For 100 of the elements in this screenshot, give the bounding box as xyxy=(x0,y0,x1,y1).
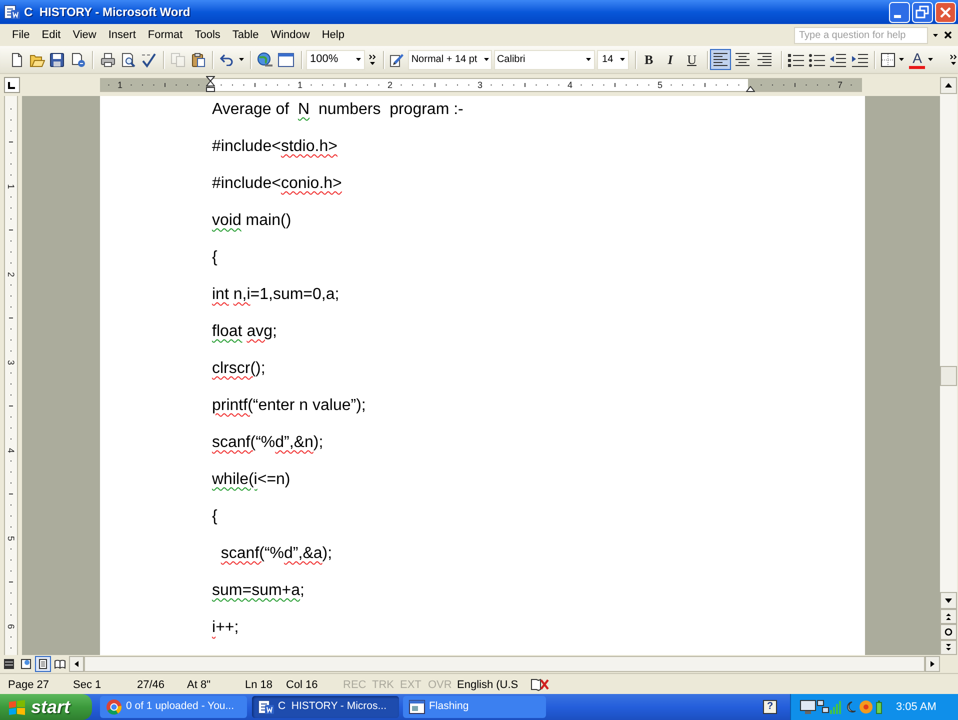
style-combo[interactable]: Normal + 14 pt xyxy=(408,50,492,70)
toolbar-options-icon[interactable] xyxy=(369,54,378,66)
dropdown-arrow-icon[interactable] xyxy=(239,58,244,61)
decrease-indent-icon[interactable] xyxy=(830,52,846,66)
status-text: Sec 1 xyxy=(73,679,102,691)
document-text-line: while(i<=n) xyxy=(212,470,290,490)
help-search-field[interactable]: Type a question for help xyxy=(794,26,928,44)
menu-item[interactable]: Insert xyxy=(102,26,142,44)
lined-square-icon[interactable] xyxy=(1,656,17,672)
ruler-number: 3 xyxy=(6,360,16,364)
dropdown-arrow-icon[interactable] xyxy=(356,58,362,61)
ruler-number: 4 xyxy=(6,448,16,452)
scroll-down-icon[interactable] xyxy=(940,592,957,609)
menu-item[interactable]: Edit xyxy=(36,26,67,44)
font-color-button[interactable]: A xyxy=(909,50,926,68)
window-title: C HISTORY - Microsoft Word xyxy=(24,4,190,21)
right-indent-marker-icon[interactable] xyxy=(746,86,754,92)
monitor-icon[interactable] xyxy=(800,700,816,714)
scroll-left-icon[interactable] xyxy=(69,656,84,672)
page-icon[interactable] xyxy=(35,656,51,672)
dropdown-arrow-icon[interactable] xyxy=(899,58,904,61)
menu-item[interactable]: Table xyxy=(226,26,265,44)
crescent-icon[interactable] xyxy=(846,701,856,713)
window-frame-icon[interactable] xyxy=(277,52,295,68)
window-icon xyxy=(409,699,425,715)
start-button[interactable]: start xyxy=(0,694,92,720)
ruler-number: 5 xyxy=(6,536,16,540)
left-tab-icon[interactable] xyxy=(4,77,20,93)
borders-icon[interactable] xyxy=(880,52,896,68)
status-text: English (U.S xyxy=(457,679,518,691)
bold-button[interactable]: B xyxy=(639,50,659,70)
dropdown-arrow-icon[interactable] xyxy=(586,58,592,61)
menu-item[interactable]: File xyxy=(6,26,36,44)
clock: 3:05 AM xyxy=(896,700,936,715)
help-button[interactable]: ? xyxy=(763,700,777,714)
dropdown-arrow-icon[interactable] xyxy=(933,34,938,36)
dropdown-arrow-icon[interactable] xyxy=(484,58,489,61)
font-combo[interactable]: Calibri xyxy=(494,50,596,70)
undo-icon[interactable] xyxy=(220,54,234,66)
status-text: OVR xyxy=(428,679,452,691)
taskbar-button[interactable]: 0 of 1 uploaded - You... xyxy=(100,696,247,718)
menu-item[interactable]: View xyxy=(66,26,102,44)
document-text-line: { xyxy=(212,506,218,526)
close-icon[interactable] xyxy=(944,31,952,39)
toolbar-options-icon[interactable] xyxy=(950,54,958,66)
status-text: TRK xyxy=(372,679,394,691)
horizontal-scroll-thumb[interactable] xyxy=(84,656,925,672)
spell-check-icon[interactable] xyxy=(141,52,157,68)
globe-link-icon[interactable] xyxy=(257,52,273,68)
page-badge-icon[interactable] xyxy=(70,52,86,68)
status-text: At 8" xyxy=(187,679,210,691)
minimize-icon[interactable] xyxy=(889,2,910,22)
ruler-number: 7 xyxy=(837,80,842,90)
status-text: Col 16 xyxy=(286,679,318,691)
indent-marker-icon[interactable] xyxy=(206,76,214,92)
menu-item[interactable]: Help xyxy=(316,26,350,44)
document-icon xyxy=(258,699,274,715)
scroll-up-icon[interactable] xyxy=(940,77,957,94)
styles-icon[interactable] xyxy=(389,52,406,68)
document-text-line: #include<stdio.h> xyxy=(212,136,338,156)
document-text-line: scanf(“%d”,&n); xyxy=(212,432,324,452)
printer-icon[interactable] xyxy=(100,52,116,68)
vertical-scroll-thumb[interactable] xyxy=(940,366,957,386)
menu-item[interactable]: Window xyxy=(264,26,316,44)
underline-button[interactable]: U xyxy=(682,50,702,70)
increase-indent-icon[interactable] xyxy=(852,52,868,66)
ruler-number: 6 xyxy=(6,624,16,628)
dropdown-arrow-icon[interactable] xyxy=(928,58,934,61)
align-left-icon[interactable] xyxy=(710,49,732,70)
network-icon[interactable] xyxy=(817,700,829,714)
zoom-combo[interactable]: 100% xyxy=(306,50,366,70)
font-size-combo[interactable]: 14 xyxy=(597,50,630,70)
document-text-line: sum=sum+a; xyxy=(212,580,304,600)
status-text: EXT xyxy=(400,679,422,691)
document-text-line: #include<conio.h> xyxy=(212,174,342,194)
browser-icon xyxy=(106,699,122,715)
print-preview-icon[interactable] xyxy=(120,52,136,68)
clipboard-icon[interactable] xyxy=(190,52,206,68)
ruler-number: 5 xyxy=(657,80,662,90)
numbered-list-icon[interactable] xyxy=(788,52,804,66)
document-text-line: clrscr(); xyxy=(212,358,266,378)
status-text: REC xyxy=(343,679,366,691)
bulleted-list-icon[interactable] xyxy=(809,52,826,66)
menu-item[interactable]: Format xyxy=(142,26,189,44)
book-cross-icon[interactable] xyxy=(530,677,550,691)
new-document-icon[interactable] xyxy=(9,52,25,68)
taskbar-button[interactable]: C HISTORY - Micros... xyxy=(252,696,399,718)
scroll-right-icon[interactable] xyxy=(925,656,940,672)
italic-button[interactable]: I xyxy=(660,50,680,70)
document-icon xyxy=(4,4,20,20)
battery-icon[interactable] xyxy=(876,700,882,714)
globe-page-icon[interactable] xyxy=(18,656,34,672)
taskbar-button[interactable]: Flashing xyxy=(403,696,546,718)
document-text-line: { xyxy=(212,248,218,268)
document-text-line: Average of N numbers program :- xyxy=(212,100,464,120)
restore-icon[interactable] xyxy=(912,2,933,22)
dropdown-arrow-icon[interactable] xyxy=(620,58,626,61)
status-text: Page 27 xyxy=(8,679,49,691)
document-text-line: i++; xyxy=(212,618,239,638)
menu-item[interactable]: Tools xyxy=(188,26,226,44)
